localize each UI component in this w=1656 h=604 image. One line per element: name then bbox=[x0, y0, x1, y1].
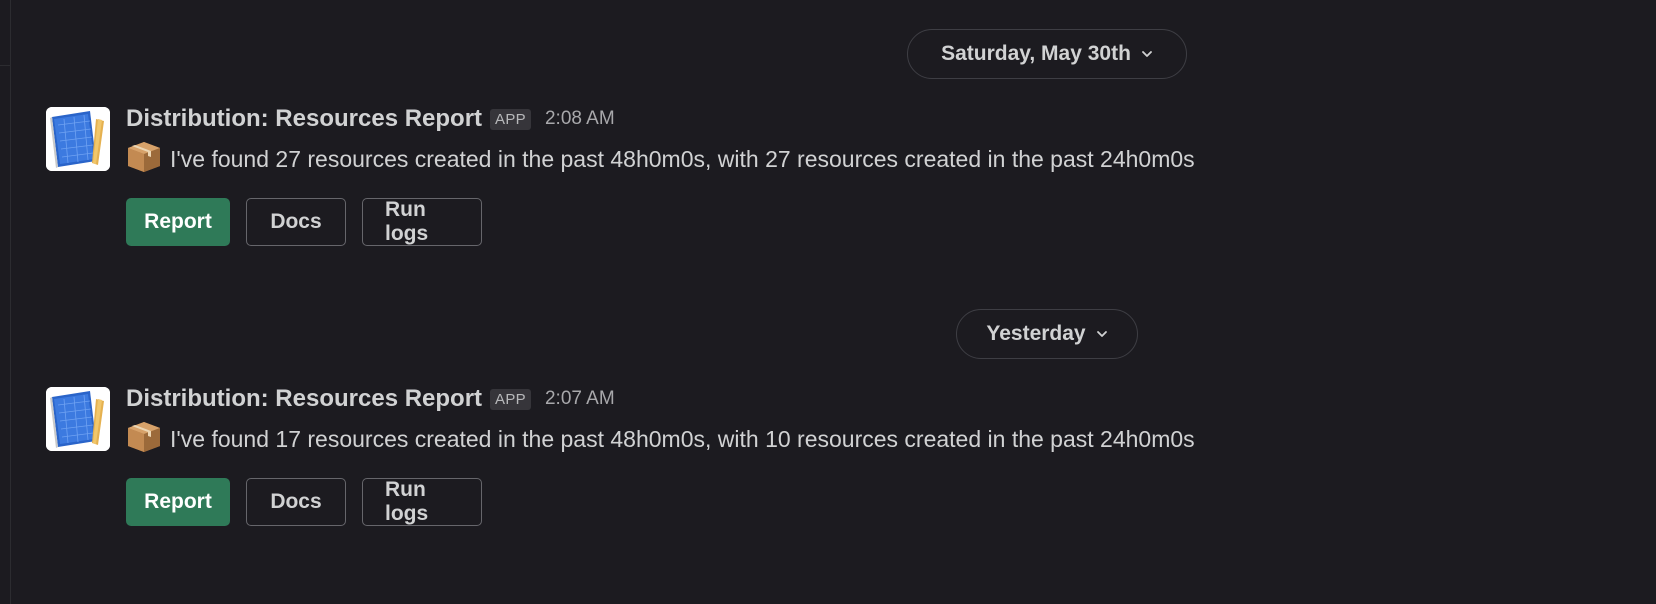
chevron-down-icon bbox=[1142, 51, 1152, 57]
docs-button[interactable]: Docs bbox=[246, 478, 346, 526]
sender-name[interactable]: Distribution: Resources Report bbox=[126, 385, 482, 413]
channel-message-pane: Saturday, May 30th Distribution: Resourc… bbox=[0, 0, 1656, 604]
message-content: Distribution: Resources Report APP 2:08 … bbox=[126, 104, 1226, 246]
run-logs-button[interactable]: Run logs bbox=[362, 478, 482, 526]
report-button[interactable]: Report bbox=[126, 198, 230, 246]
sidebar-divider bbox=[10, 0, 11, 604]
message-text: I've found 17 resources created in the p… bbox=[126, 420, 1206, 458]
message-text: I've found 27 resources created in the p… bbox=[126, 140, 1206, 178]
blueprint-notebook-icon bbox=[46, 107, 110, 171]
app-badge: APP bbox=[490, 388, 531, 410]
app-avatar[interactable] bbox=[46, 387, 110, 451]
sender-name[interactable]: Distribution: Resources Report bbox=[126, 105, 482, 133]
message-text-content: I've found 27 resources created in the p… bbox=[170, 146, 1195, 172]
date-divider-button[interactable]: Yesterday bbox=[956, 309, 1138, 359]
message-actions: Report Docs Run logs bbox=[126, 198, 1226, 246]
message-timestamp[interactable]: 2:08 AM bbox=[545, 108, 615, 130]
date-divider-label: Yesterday bbox=[986, 322, 1086, 345]
date-divider-button[interactable]: Saturday, May 30th bbox=[907, 29, 1187, 79]
message-header: Distribution: Resources Report APP 2:08 … bbox=[126, 104, 1226, 134]
docs-button[interactable]: Docs bbox=[246, 198, 346, 246]
message-actions: Report Docs Run logs bbox=[126, 478, 1226, 526]
run-logs-button[interactable]: Run logs bbox=[362, 198, 482, 246]
sidebar-divider-tick bbox=[0, 65, 11, 66]
message-header: Distribution: Resources Report APP 2:07 … bbox=[126, 384, 1226, 414]
app-avatar[interactable] bbox=[46, 107, 110, 171]
chevron-down-icon bbox=[1096, 331, 1107, 337]
message-text-content: I've found 17 resources created in the p… bbox=[170, 426, 1195, 452]
message-content: Distribution: Resources Report APP 2:07 … bbox=[126, 384, 1226, 526]
blueprint-notebook-icon bbox=[46, 387, 110, 451]
date-divider-label: Saturday, May 30th bbox=[941, 42, 1131, 65]
app-badge: APP bbox=[490, 108, 531, 130]
message-timestamp[interactable]: 2:07 AM bbox=[545, 388, 615, 410]
report-button[interactable]: Report bbox=[126, 478, 230, 526]
package-icon bbox=[128, 142, 160, 172]
package-icon bbox=[128, 422, 160, 452]
